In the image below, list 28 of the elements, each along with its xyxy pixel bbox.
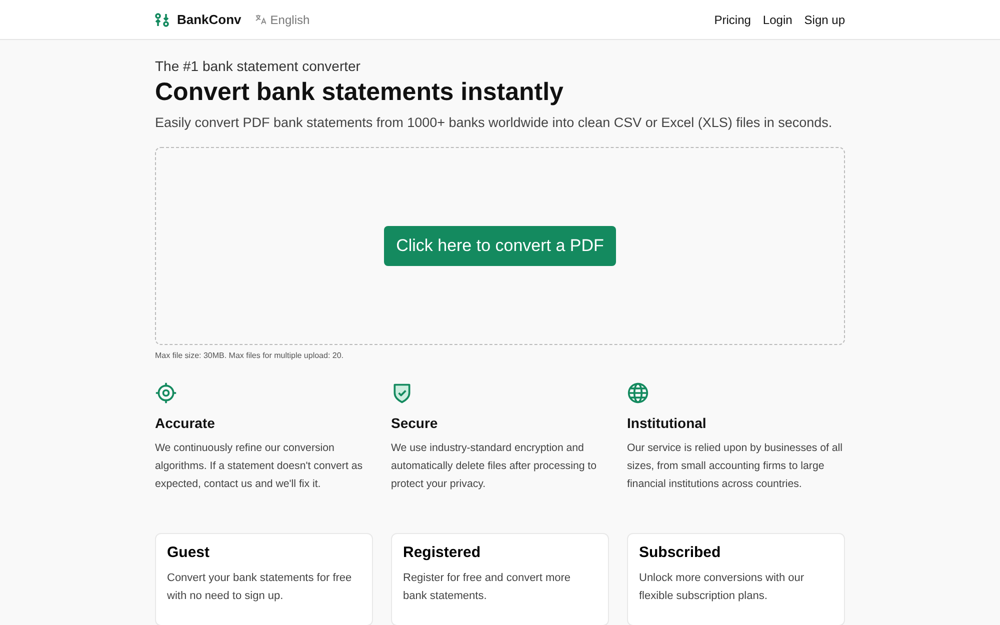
nav-link[interactable]: Sign up — [804, 12, 845, 26]
feature-description: Our service is relied upon by businesses of all sizes, from small accounting firms to large financial institutions across countries. — [627, 441, 844, 492]
tagline: The #1 bank statement converter — [155, 58, 362, 74]
feature-title: Institutional — [627, 415, 708, 431]
feature-description: We continuously refine our conversion algorithms. If a statement doesn't convert as expected, contact us and we'll fix it. — [155, 441, 364, 492]
nav-link[interactable]: Pricing — [714, 12, 751, 26]
plan-title: Guest — [167, 544, 211, 561]
globe-icon — [627, 382, 649, 404]
translate-icon — [255, 14, 266, 25]
page-title: Convert bank statements instantly — [155, 78, 564, 107]
plan-title: Subscribed — [639, 544, 722, 561]
nav-link[interactable]: Login — [762, 12, 792, 26]
plan-description: Convert your bank statements for free with no need to sign up. — [167, 571, 353, 604]
shield-check-icon — [391, 382, 413, 404]
feature-description: We use industry-standard encryption and automatically delete files after processing to protect your privacy. — [391, 441, 598, 492]
logo-icon — [155, 12, 169, 26]
target-icon — [155, 382, 177, 404]
plan-description: Register for free and convert more bank statements. — [403, 571, 572, 604]
feature-title: Secure — [391, 415, 439, 431]
plan-title: Registered — [403, 544, 482, 561]
upload-limits-note: Max file size: 30MB. Max files for multiple upload: 20. — [155, 351, 345, 360]
brand-name: BankConv — [177, 12, 242, 27]
language-selector[interactable]: English — [270, 12, 310, 26]
subtitle: Easily convert PDF bank statements from 1000+ banks worldwide into clean CSV or Excel (XLS) files in seconds. — [155, 115, 834, 130]
upload-dropzone[interactable]: Click here to convert a PDF — [155, 147, 845, 345]
convert-button[interactable]: Click here to convert a PDF — [384, 226, 616, 266]
feature-title: Accurate — [155, 415, 216, 431]
plan-description: Unlock more conversions with our flexible subscription plans. — [639, 571, 806, 604]
